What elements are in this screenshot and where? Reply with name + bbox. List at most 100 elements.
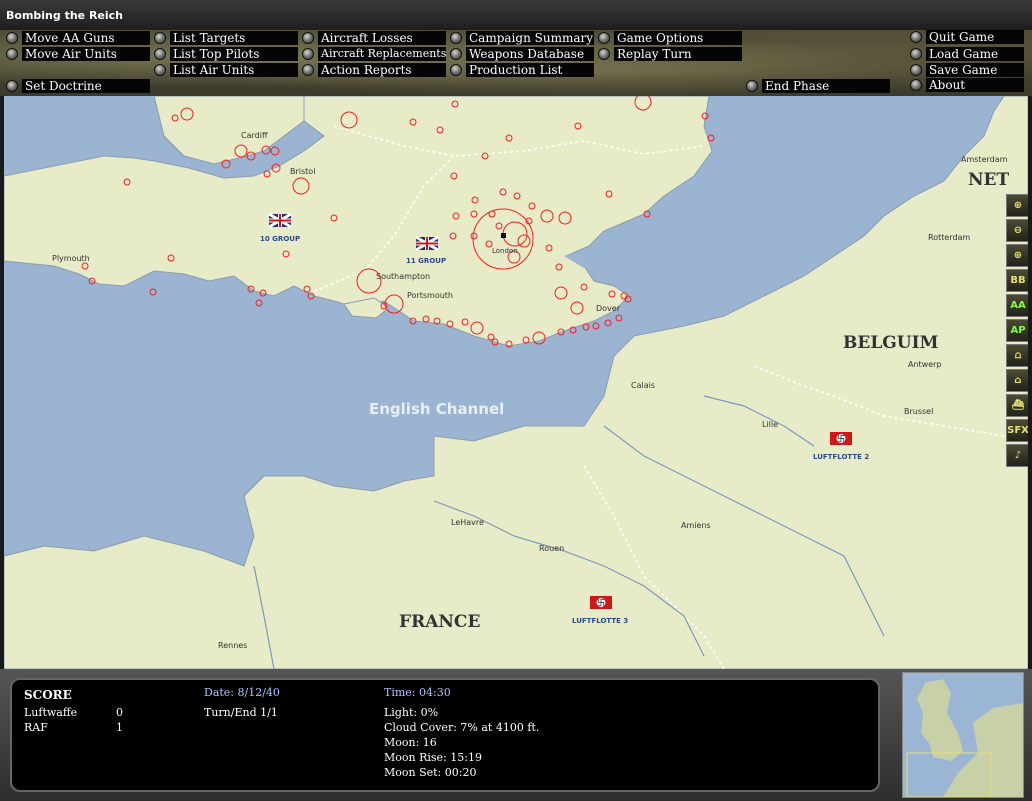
- uk-flag-icon-11group[interactable]: [415, 235, 439, 252]
- city-label: Brussel: [904, 407, 933, 416]
- button-knob-icon: [450, 32, 462, 44]
- cloud-cover-display: Cloud Cover: 7% at 4100 ft.: [384, 721, 540, 734]
- list-targets-button[interactable]: List Targets: [154, 31, 298, 45]
- time-display: Time: 04:30: [384, 686, 451, 699]
- quit-game-button[interactable]: Quit Game: [910, 30, 1024, 44]
- zoom-in-icon[interactable]: ⊕: [1006, 194, 1028, 217]
- move-air-units-button[interactable]: Move Air Units: [6, 47, 150, 61]
- luftwaffe-label: Luftwaffe: [24, 706, 78, 719]
- unit-label: 10 GROUP: [260, 235, 300, 243]
- raf-score: 1: [116, 721, 123, 734]
- city-label: Portsmouth: [407, 291, 453, 300]
- raf-label: RAF: [24, 721, 48, 734]
- city-label: LeHavre: [451, 518, 484, 527]
- svg-text:卐: 卐: [837, 435, 845, 444]
- crosshair-icon[interactable]: ⊕: [1006, 244, 1028, 267]
- move-aa-guns-button[interactable]: Move AA Guns: [6, 31, 150, 45]
- aa-toggle-button[interactable]: AA: [1006, 294, 1028, 317]
- button-knob-icon: [6, 80, 18, 92]
- button-knob-icon: [910, 64, 922, 76]
- button-knob-icon: [450, 64, 462, 76]
- city-label: Lille: [762, 420, 778, 429]
- button-knob-icon: [910, 31, 922, 43]
- weapons-database-button[interactable]: Weapons Database: [450, 47, 594, 61]
- svg-text:卐: 卐: [597, 599, 605, 608]
- game-options-button[interactable]: Game Options: [598, 31, 742, 45]
- country-label: BELGUIM: [843, 333, 939, 353]
- city-label: Bristol: [290, 167, 315, 176]
- bb-toggle-button[interactable]: BB: [1006, 269, 1028, 292]
- command-menu: Move AA Guns Move Air Units Set Doctrine…: [0, 30, 1032, 96]
- map-canvas[interactable]: 卐 卐 Cardiff Bristol Plymouth Southampton…: [4, 96, 1028, 669]
- button-knob-icon: [302, 64, 314, 76]
- replay-turn-button[interactable]: Replay Turn: [598, 47, 742, 61]
- bridge-icon[interactable]: ⩍: [1006, 344, 1028, 367]
- save-game-button[interactable]: Save Game: [910, 63, 1024, 77]
- sea-label: English Channel: [369, 400, 504, 418]
- city-label: Southampton: [376, 272, 430, 281]
- german-flag-icon-luftflotte3[interactable]: 卐: [590, 596, 612, 609]
- button-knob-icon: [154, 32, 166, 44]
- button-knob-icon: [910, 79, 922, 91]
- button-knob-icon: [6, 48, 18, 60]
- mini-map[interactable]: [902, 672, 1024, 798]
- button-knob-icon: [302, 32, 314, 44]
- button-knob-icon: [154, 48, 166, 60]
- city-label: Cardiff: [241, 131, 268, 140]
- aircraft-replacements-button[interactable]: Aircraft Replacements: [302, 47, 446, 61]
- production-list-button[interactable]: Production List: [450, 63, 594, 77]
- strategic-map[interactable]: 卐 卐 Cardiff Bristol Plymouth Southampton…: [4, 96, 1028, 669]
- moon-display: Moon: 16: [384, 736, 437, 749]
- city-label: Amsterdam: [961, 155, 1008, 164]
- action-reports-button[interactable]: Action Reports: [302, 63, 446, 77]
- city-label: Calais: [631, 381, 655, 390]
- zoom-out-icon[interactable]: ⊖: [1006, 219, 1028, 242]
- london-hq-marker: [501, 233, 506, 238]
- city-label: Amiens: [681, 521, 711, 530]
- date-display: Date: 8/12/40: [204, 686, 280, 699]
- light-display: Light: 0%: [384, 706, 439, 719]
- end-phase-button[interactable]: End Phase: [746, 79, 890, 93]
- country-label: FRANCE: [399, 612, 480, 632]
- about-button[interactable]: About: [910, 78, 1024, 92]
- city-label: Plymouth: [52, 254, 90, 263]
- info-panel: SCORE Luftwaffe 0 RAF 1 Date: 8/12/40 Tu…: [10, 678, 880, 792]
- city-label: Rouen: [539, 544, 564, 553]
- list-top-pilots-button[interactable]: List Top Pilots: [154, 47, 298, 61]
- ship-icon[interactable]: ⛴: [1006, 394, 1028, 417]
- window-title: Bombing the Reich: [6, 9, 124, 22]
- unit-label: 11 GROUP: [406, 257, 446, 265]
- list-air-units-button[interactable]: List Air Units: [154, 63, 298, 77]
- building-icon[interactable]: ⌂: [1006, 369, 1028, 392]
- music-note-icon[interactable]: ♪: [1006, 444, 1028, 467]
- mini-map-canvas[interactable]: [903, 673, 1023, 797]
- german-flag-icon-luftflotte2[interactable]: 卐: [830, 432, 852, 445]
- moon-set-display: Moon Set: 00:20: [384, 766, 477, 779]
- button-knob-icon: [154, 64, 166, 76]
- button-knob-icon: [450, 48, 462, 60]
- moon-rise-display: Moon Rise: 15:19: [384, 751, 482, 764]
- title-bar: Bombing the Reich: [0, 0, 1032, 30]
- button-knob-icon: [598, 32, 610, 44]
- city-label: Dover: [596, 304, 621, 313]
- load-game-button[interactable]: Load Game: [910, 47, 1024, 61]
- uk-flag-icon-10group[interactable]: [268, 212, 292, 229]
- city-label: Rotterdam: [928, 233, 970, 242]
- turn-display: Turn/End 1/1: [204, 706, 278, 719]
- button-knob-icon: [910, 48, 922, 60]
- map-toolbar: ⊕ ⊖ ⊕ BB AA AP ⩍ ⌂ ⛴ SFX ♪: [1006, 194, 1028, 469]
- button-knob-icon: [302, 48, 314, 60]
- ap-toggle-button[interactable]: AP: [1006, 319, 1028, 342]
- sfx-toggle-button[interactable]: SFX: [1006, 419, 1028, 442]
- unit-label: LUFTFLOTTE 2: [813, 453, 869, 461]
- city-label: Antwerp: [908, 360, 942, 369]
- city-label: London: [492, 247, 518, 255]
- country-label: NET: [968, 170, 1009, 190]
- city-label: Rennes: [218, 641, 247, 650]
- campaign-summary-button[interactable]: Campaign Summary: [450, 31, 594, 45]
- button-knob-icon: [746, 80, 758, 92]
- button-knob-icon: [598, 48, 610, 60]
- button-knob-icon: [6, 32, 18, 44]
- set-doctrine-button[interactable]: Set Doctrine: [6, 79, 150, 93]
- aircraft-losses-button[interactable]: Aircraft Losses: [302, 31, 446, 45]
